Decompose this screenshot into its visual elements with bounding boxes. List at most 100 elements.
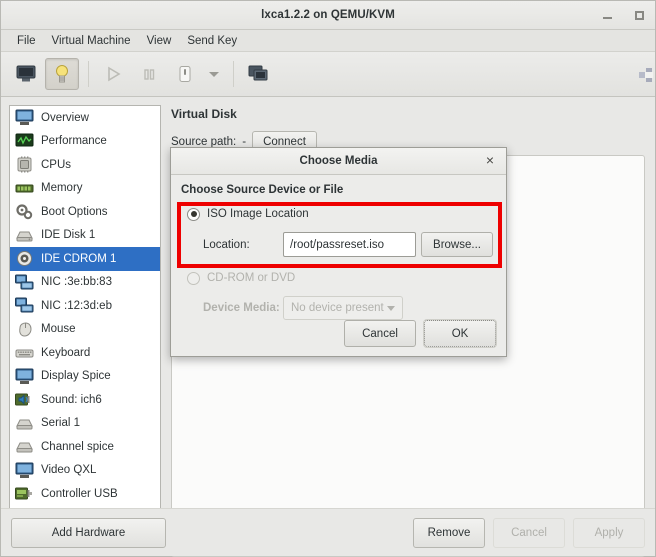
sound-card-icon (15, 391, 34, 408)
location-input[interactable]: /root/passreset.iso (283, 232, 416, 257)
network-card-icon (15, 297, 34, 314)
display-monitor-icon (15, 368, 34, 385)
sidebar-item-label: Channel spice (41, 440, 114, 453)
sidebar-item-cpus[interactable]: CPUs (10, 153, 160, 177)
window-title: lxca1.2.2 on QEMU/KVM (261, 9, 395, 21)
sidebar-item-controller-usb[interactable]: Controller USB (10, 482, 160, 506)
sidebar-item-label: Sound: ich6 (41, 393, 102, 406)
close-icon[interactable]: × (482, 153, 498, 169)
sidebar-item-channel-spice[interactable]: Channel spice (10, 435, 160, 459)
sidebar-item-label: Memory (41, 182, 83, 195)
toolbar (1, 52, 655, 97)
performance-graph-icon (15, 133, 34, 150)
shutdown-menu-button[interactable] (204, 58, 224, 90)
location-label: Location: (203, 238, 250, 251)
sidebar-item-ide-disk-1[interactable]: IDE Disk 1 (10, 224, 160, 248)
chevron-down-icon (387, 305, 395, 311)
sidebar-item-nic-3e-bb-83[interactable]: NIC :3e:bb:83 (10, 271, 160, 295)
cdrom-disc-icon (15, 250, 34, 267)
device-media-label: Device Media: (203, 302, 280, 314)
controller-card-icon (15, 485, 34, 502)
radio-dot-icon (190, 211, 197, 217)
sidebar-item-display-spice[interactable]: Display Spice (10, 365, 160, 389)
iso-image-radio-row[interactable]: ISO Image Location (187, 205, 496, 223)
network-card-icon (15, 274, 34, 291)
device-media-row: Device Media: No device present (187, 296, 496, 320)
sidebar-item-nic-12-3d-eb[interactable]: NIC :12:3d:eb (10, 294, 160, 318)
sidebar-item-mouse[interactable]: Mouse (10, 318, 160, 342)
sidebar-item-label: Keyboard (41, 346, 91, 359)
toolbar-separator-2 (233, 61, 234, 87)
dialog-body: Choose Source Device or File ISO Image L… (171, 175, 506, 357)
dialog-buttons: Cancel OK (344, 319, 497, 348)
menu-file[interactable]: File (9, 33, 44, 49)
sidebar-item-label: IDE Disk 1 (41, 229, 96, 242)
location-row: Location: /root/passreset.iso Browse... (187, 232, 496, 257)
sidebar-item-label: Video QXL (41, 464, 97, 477)
add-hardware-button[interactable]: Add Hardware (11, 517, 166, 548)
menubar: File Virtual Machine View Send Key (1, 30, 655, 52)
snapshots-icon (248, 65, 268, 81)
device-media-value: No device present (291, 302, 384, 314)
sidebar-item-memory[interactable]: Memory (10, 177, 160, 201)
cdrom-radio-label: CD-ROM or DVD (207, 272, 296, 284)
menu-send-key[interactable]: Send Key (179, 33, 245, 49)
page-title: Virtual Disk (171, 107, 237, 121)
sidebar-item-label: Serial 1 (41, 417, 80, 430)
menu-virtual-machine[interactable]: Virtual Machine (44, 33, 139, 49)
keyboard-icon (15, 344, 34, 361)
toolbar-overflow-icon (639, 68, 653, 82)
menu-view[interactable]: View (139, 33, 180, 49)
sidebar-item-performance[interactable]: Performance (10, 130, 160, 154)
sidebar-item-video-qxl[interactable]: Video QXL (10, 459, 160, 483)
hardware-list[interactable]: Overview Performance CPUs Memory Boot Option… (9, 105, 161, 517)
remove-button[interactable]: Remove (413, 517, 485, 548)
choose-media-dialog: Choose Media × Choose Source Device or F… (170, 147, 507, 357)
browse-button[interactable]: Browse... (421, 232, 493, 257)
sidebar-item-label: Display Spice (41, 370, 111, 383)
sidebar-item-keyboard[interactable]: Keyboard (10, 341, 160, 365)
minimize-icon (602, 17, 612, 19)
run-button[interactable] (96, 58, 130, 90)
window-controls (599, 1, 647, 30)
window-titlebar: lxca1.2.2 on QEMU/KVM (1, 1, 655, 30)
bottom-button-bar: Add Hardware Remove Cancel Apply (1, 508, 655, 556)
sidebar-item-ide-cdrom-1[interactable]: IDE CDROM 1 (10, 247, 160, 271)
maximize-icon (634, 11, 644, 20)
shutdown-icon (179, 66, 191, 82)
cancel-button: Cancel (493, 517, 565, 548)
sidebar-item-label: Mouse (41, 323, 76, 336)
mouse-icon (15, 321, 34, 338)
pause-icon (144, 69, 155, 80)
overview-monitor-icon (15, 109, 34, 126)
snapshots-button[interactable] (241, 58, 275, 90)
dialog-cancel-button[interactable]: Cancel (344, 320, 416, 347)
sidebar-item-label: Overview (41, 111, 89, 124)
virt-manager-window: lxca1.2.2 on QEMU/KVM File Virtual Machi… (0, 0, 656, 557)
memory-stick-icon (15, 180, 34, 197)
maximize-button[interactable] (631, 8, 647, 24)
toolbar-separator (88, 61, 89, 87)
sidebar-item-serial-1[interactable]: Serial 1 (10, 412, 160, 436)
sidebar-item-label: CPUs (41, 158, 72, 171)
sidebar-item-sound-ich6[interactable]: Sound: ich6 (10, 388, 160, 412)
pause-button[interactable] (132, 58, 166, 90)
sidebar-item-boot-options[interactable]: Boot Options (10, 200, 160, 224)
minimize-button[interactable] (599, 8, 615, 24)
dialog-ok-button[interactable]: OK (423, 319, 497, 348)
console-monitor-icon (16, 65, 36, 82)
iso-image-radio-label: ISO Image Location (207, 208, 309, 220)
device-media-select: No device present (283, 296, 403, 320)
serial-port-icon (15, 415, 34, 432)
video-monitor-icon (15, 462, 34, 479)
apply-button: Apply (573, 517, 645, 548)
iso-image-radio[interactable] (187, 207, 200, 221)
show-console-button[interactable] (9, 58, 43, 90)
lightbulb-details-icon (56, 65, 68, 83)
toolbar-overflow-button[interactable] (639, 64, 656, 91)
sidebar-item-label: Controller USB (41, 487, 118, 500)
show-details-button[interactable] (45, 58, 79, 90)
sidebar-item-overview[interactable]: Overview (10, 106, 160, 130)
shutdown-button[interactable] (168, 58, 202, 90)
cdrom-radio (187, 271, 200, 285)
